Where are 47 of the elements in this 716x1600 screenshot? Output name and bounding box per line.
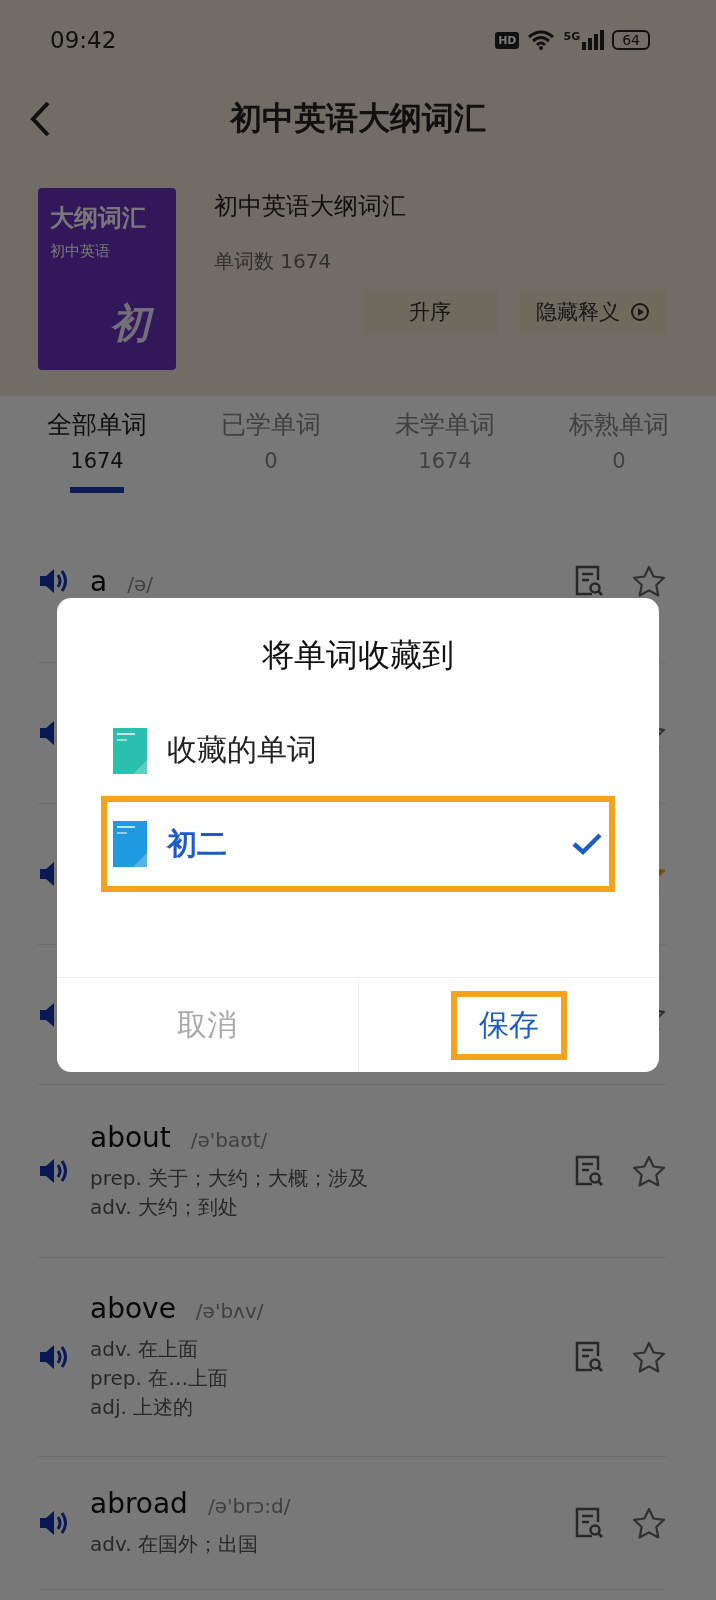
play-circle-icon bbox=[630, 302, 650, 322]
word: about bbox=[90, 1120, 171, 1154]
definition: prep. 关于；大约；大概；涉及 bbox=[90, 1164, 370, 1192]
phonetic: /ə'brɔ:d/ bbox=[207, 1494, 291, 1518]
network-label: 5G bbox=[563, 30, 581, 43]
definition: adv. 在国外；出国 bbox=[90, 1531, 259, 1558]
wifi-icon bbox=[527, 30, 556, 50]
filter-tab[interactable]: 已学单词 0 bbox=[184, 396, 358, 500]
phonetic: /ə'baʊt/ bbox=[190, 1127, 268, 1152]
document-search-icon[interactable] bbox=[574, 565, 604, 597]
star-icon[interactable] bbox=[632, 1341, 666, 1373]
hide-definitions-button[interactable]: 隐藏释义 bbox=[520, 289, 666, 335]
dialog-title: 将单词收藏到 bbox=[262, 635, 454, 676]
phonetic: /ə/ bbox=[127, 571, 153, 596]
back-icon[interactable] bbox=[28, 100, 52, 138]
filter-tab[interactable]: 标熟单词 0 bbox=[532, 396, 706, 500]
signal-icon bbox=[582, 30, 605, 50]
document-search-icon[interactable] bbox=[574, 1341, 604, 1373]
definition: adj. 上述的 bbox=[90, 1394, 195, 1421]
definition: adv. 在上面 bbox=[90, 1336, 199, 1363]
sort-button[interactable]: 升序 bbox=[362, 289, 498, 335]
book-name: 初中英语大纲词汇 bbox=[214, 191, 407, 222]
filter-tab[interactable]: 未学单词 1674 bbox=[358, 396, 532, 500]
page-title: 初中英语大纲词汇 bbox=[230, 98, 486, 139]
definition: prep. 在…上面 bbox=[90, 1365, 230, 1392]
cover-subtitle: 初中英语 bbox=[50, 242, 111, 261]
phonetic: /ə'bʌv/ bbox=[195, 1299, 264, 1323]
cover-title: 大纲词汇 bbox=[50, 203, 147, 234]
check-icon bbox=[571, 832, 603, 856]
word: above bbox=[90, 1292, 176, 1325]
document-search-icon[interactable] bbox=[574, 1507, 604, 1539]
word: abroad bbox=[90, 1487, 188, 1520]
save-button[interactable]: 保存 bbox=[450, 990, 567, 1060]
word-count: 单词数 1674 bbox=[214, 248, 333, 275]
star-icon[interactable] bbox=[632, 1155, 666, 1187]
cancel-button[interactable]: 取消 bbox=[155, 996, 260, 1054]
filter-tab[interactable]: 全部单词 1674 bbox=[10, 396, 184, 500]
wordbook-option[interactable]: 初二 bbox=[101, 796, 615, 892]
star-icon[interactable] bbox=[632, 1507, 666, 1539]
battery-indicator: 64 bbox=[612, 30, 650, 50]
star-icon[interactable] bbox=[632, 565, 666, 597]
document-search-icon[interactable] bbox=[574, 1155, 604, 1187]
word: a bbox=[90, 564, 108, 598]
definition: adv. 大约；到处 bbox=[90, 1193, 239, 1221]
hd-badge: HD bbox=[495, 31, 520, 49]
wordbook-option[interactable]: 收藏的单词 bbox=[101, 706, 615, 796]
status-time: 09:42 bbox=[50, 27, 117, 53]
